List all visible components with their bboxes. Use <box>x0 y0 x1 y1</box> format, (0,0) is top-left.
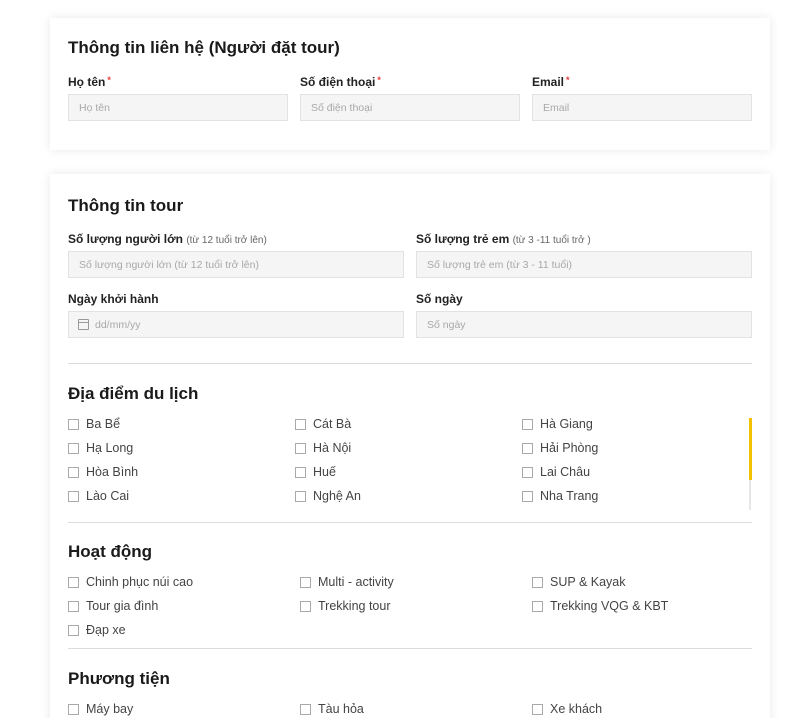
checkbox[interactable] <box>68 703 79 715</box>
checkbox[interactable] <box>522 490 533 502</box>
destinations-option[interactable]: Hà Nội <box>295 441 351 455</box>
checkbox[interactable] <box>295 466 306 478</box>
checkbox[interactable] <box>295 442 306 454</box>
destinations-scroll-thumb[interactable] <box>749 418 752 480</box>
calendar-icon <box>78 319 89 330</box>
destinations-option[interactable]: Huế <box>295 465 336 479</box>
checkbox[interactable] <box>68 624 79 636</box>
destinations-option[interactable]: Hải Phòng <box>522 441 598 455</box>
checkbox[interactable] <box>532 576 543 588</box>
name-input[interactable] <box>68 94 288 121</box>
contact-card: Thông tin liên hệ (Người đặt tour) Họ tê… <box>50 18 770 150</box>
date-input[interactable] <box>95 312 295 337</box>
checkbox[interactable] <box>300 600 311 612</box>
checkbox[interactable] <box>300 703 311 715</box>
checkbox[interactable] <box>68 600 79 612</box>
checkbox[interactable] <box>522 442 533 454</box>
phone-label: Số điện thoại * <box>300 75 381 89</box>
tour-title: Thông tin tour <box>68 196 184 215</box>
destinations-option[interactable]: Cát Bà <box>295 417 351 431</box>
transport-option[interactable]: Tàu hỏa <box>300 702 364 716</box>
destinations-option[interactable]: Lào Cai <box>68 489 129 503</box>
activities-option[interactable]: SUP & Kayak <box>532 575 626 589</box>
days-label: Số ngày <box>416 292 463 306</box>
checkbox[interactable] <box>68 466 79 478</box>
option-label: Chinh phục núi cao <box>86 575 194 589</box>
activities-option[interactable]: Đạp xe <box>68 623 126 637</box>
option-label: Xe khách <box>550 702 603 716</box>
checkbox[interactable] <box>68 418 79 430</box>
option-label: Hà Nội <box>313 441 352 455</box>
children-label: Số lượng trẻ em (từ 3 -11 tuổi trở ) <box>416 232 591 246</box>
option-label: SUP & Kayak <box>550 575 626 589</box>
email-input[interactable] <box>532 94 752 121</box>
tour-card: Thông tin tour Số lượng người lớn (từ 12… <box>50 174 770 718</box>
destinations-option[interactable]: Hà Giang <box>522 417 593 431</box>
checkbox[interactable] <box>68 576 79 588</box>
option-label: Hạ Long <box>86 441 134 455</box>
divider <box>68 648 752 649</box>
option-label: Hà Giang <box>540 417 593 431</box>
adults-input[interactable] <box>68 251 404 278</box>
option-label: Đạp xe <box>86 623 126 637</box>
destinations-option[interactable]: Nha Trang <box>522 489 598 503</box>
checkbox[interactable] <box>68 490 79 502</box>
days-input[interactable] <box>416 311 752 338</box>
destinations-option[interactable]: Hòa Bình <box>68 465 138 479</box>
children-input[interactable] <box>416 251 752 278</box>
activities-option[interactable]: Trekking VQG & KBT <box>532 599 668 613</box>
activities-title: Hoạt động <box>68 542 153 561</box>
divider <box>68 522 752 523</box>
checkbox[interactable] <box>295 418 306 430</box>
adults-label: Số lượng người lớn (từ 12 tuổi trở lên) <box>68 232 267 246</box>
option-label: Tour gia đình <box>86 599 159 613</box>
destinations-title: Địa điểm du lịch <box>68 384 199 403</box>
option-label: Trekking VQG & KBT <box>550 599 669 613</box>
destinations-option[interactable]: Hạ Long <box>68 441 133 455</box>
activities-option[interactable]: Chinh phục núi cao <box>68 575 193 589</box>
transport-option[interactable]: Máy bay <box>68 702 133 716</box>
option-label: Tàu hỏa <box>318 702 364 716</box>
checkbox[interactable] <box>532 703 543 715</box>
transport-title: Phương tiện <box>68 669 170 688</box>
option-label: Huế <box>313 465 336 479</box>
checkbox[interactable] <box>532 600 543 612</box>
date-field[interactable] <box>68 311 404 338</box>
option-label: Multi - activity <box>318 575 394 589</box>
option-label: Trekking tour <box>318 599 391 613</box>
option-label: Nghệ An <box>313 489 361 503</box>
email-label: Email * <box>532 75 570 89</box>
checkbox[interactable] <box>68 442 79 454</box>
option-label: Cát Bà <box>313 417 352 431</box>
option-label: Hòa Bình <box>86 465 139 479</box>
divider <box>68 363 752 364</box>
destinations-option[interactable]: Nghệ An <box>295 489 361 503</box>
checkbox[interactable] <box>300 576 311 588</box>
destinations-option[interactable]: Ba Bể <box>68 417 120 431</box>
date-label: Ngày khởi hành <box>68 292 159 306</box>
checkbox[interactable] <box>295 490 306 502</box>
name-label: Họ tên * <box>68 75 111 89</box>
contact-title: Thông tin liên hệ (Người đặt tour) <box>68 38 340 57</box>
phone-input[interactable] <box>300 94 520 121</box>
destinations-option[interactable]: Lai Châu <box>522 465 590 479</box>
option-label: Máy bay <box>86 702 134 716</box>
option-label: Ba Bể <box>86 417 121 431</box>
option-label: Lai Châu <box>540 465 591 479</box>
activities-option[interactable]: Tour gia đình <box>68 599 158 613</box>
activities-option[interactable]: Trekking tour <box>300 599 390 613</box>
activities-option[interactable]: Multi - activity <box>300 575 394 589</box>
option-label: Hải Phòng <box>540 441 599 455</box>
option-label: Nha Trang <box>540 489 599 503</box>
checkbox[interactable] <box>522 418 533 430</box>
transport-option[interactable]: Xe khách <box>532 702 602 716</box>
option-label: Lào Cai <box>86 489 130 503</box>
checkbox[interactable] <box>522 466 533 478</box>
